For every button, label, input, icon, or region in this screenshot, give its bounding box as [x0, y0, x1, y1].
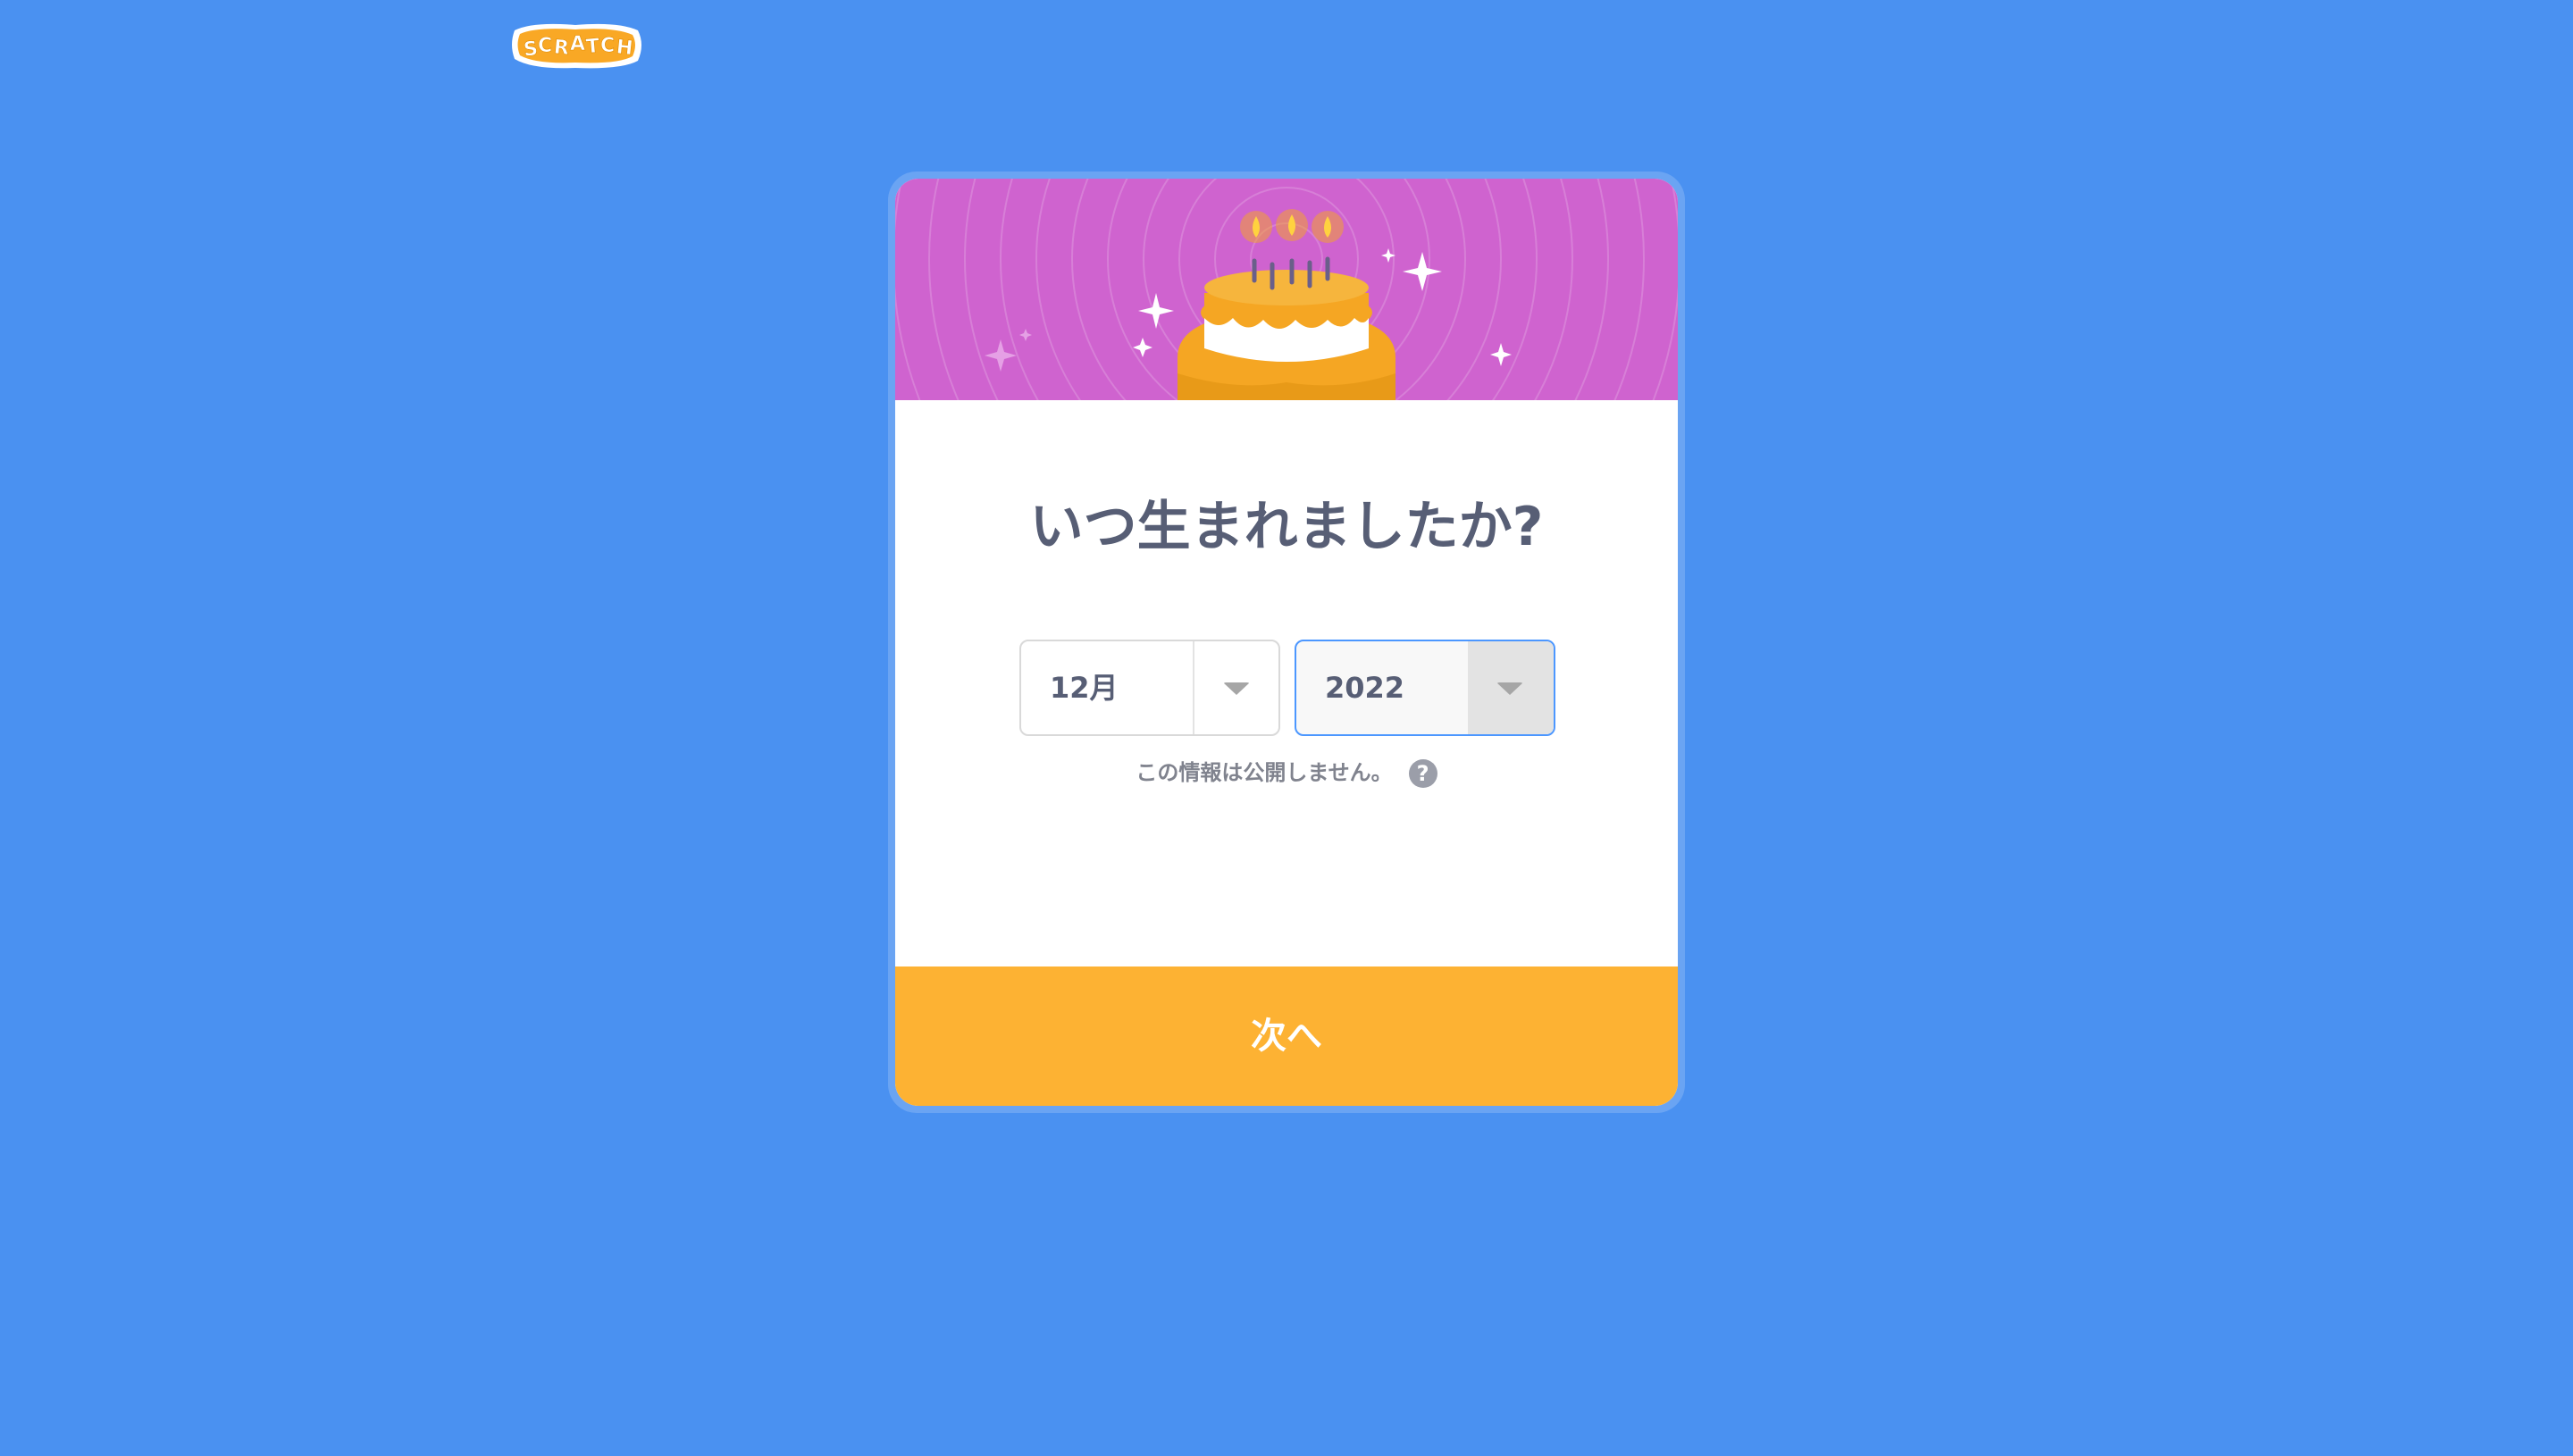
svg-text:H: H — [616, 36, 634, 60]
birthday-cake-illustration — [895, 179, 1678, 400]
svg-text:S: S — [523, 38, 539, 62]
birthday-dialog: いつ生まれましたか? 12月 2022 この情報は公開しません。? 次へ — [888, 172, 1685, 1113]
svg-text:T: T — [585, 35, 600, 58]
privacy-note-text: この情報は公開しません。 — [1136, 760, 1393, 785]
next-button[interactable]: 次へ — [895, 966, 1678, 1106]
chevron-down-icon — [1223, 682, 1250, 695]
svg-text:A: A — [570, 33, 585, 55]
year-select-value: 2022 — [1325, 671, 1405, 705]
svg-text:R: R — [553, 37, 570, 60]
month-select-arrow-box[interactable] — [1193, 641, 1278, 734]
chevron-down-icon — [1496, 682, 1523, 695]
svg-text:C: C — [538, 35, 552, 57]
year-select-arrow-box[interactable] — [1468, 641, 1554, 734]
privacy-note: この情報は公開しません。? — [895, 757, 1678, 788]
year-select[interactable]: 2022 — [1295, 640, 1555, 736]
page-title: いつ生まれましたか? — [1029, 496, 1544, 558]
svg-text:C: C — [600, 35, 615, 57]
month-select-value: 12月 — [1050, 671, 1119, 705]
scratch-logo[interactable]: S C R A T C H — [506, 18, 645, 75]
dialog-content: いつ生まれましたか? 12月 2022 この情報は公開しません。? 次へ — [895, 179, 1678, 1106]
help-icon[interactable]: ? — [1408, 759, 1437, 788]
month-select[interactable]: 12月 — [1019, 640, 1280, 736]
birthday-banner — [895, 179, 1678, 400]
